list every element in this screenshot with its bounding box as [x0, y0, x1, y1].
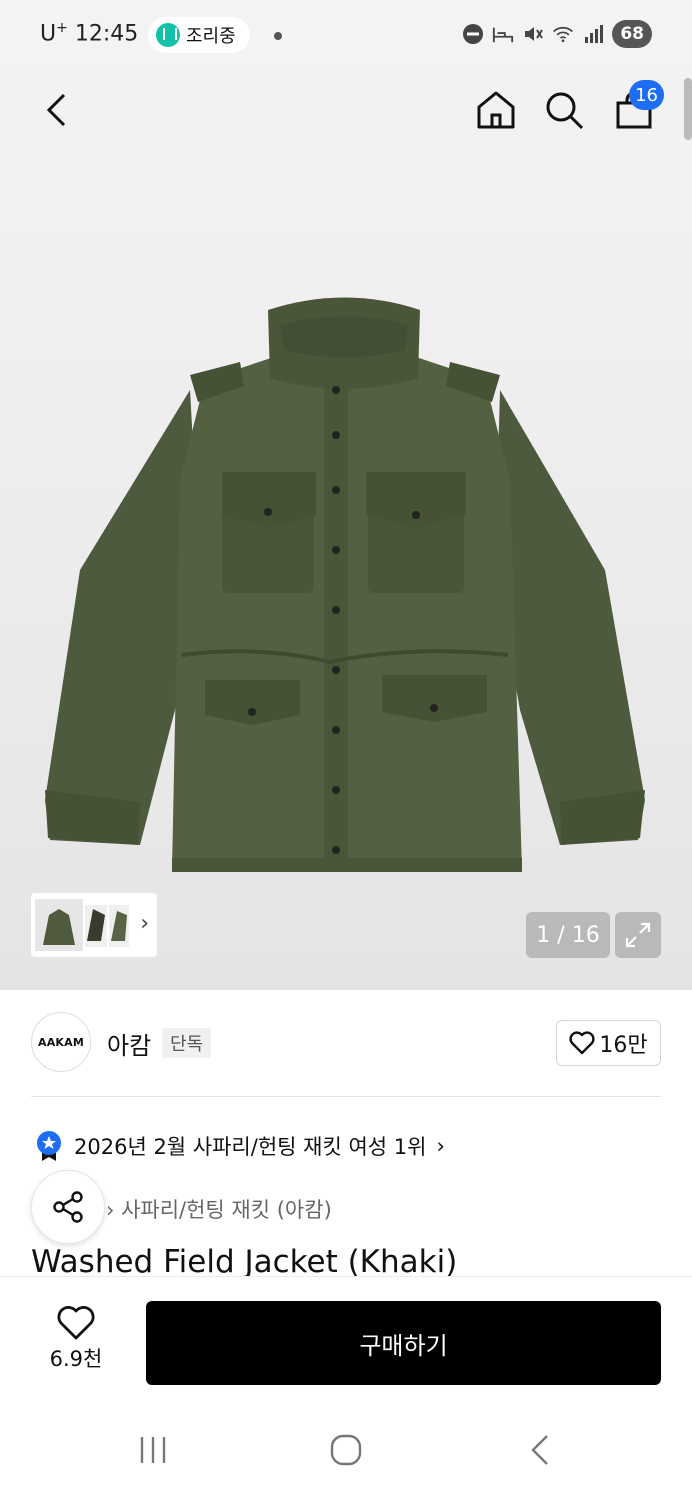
home-icon — [477, 91, 515, 129]
product-title: Washed Field Jacket (Khaki) — [31, 1244, 458, 1280]
carrier-name: U — [40, 21, 57, 47]
search-button[interactable] — [540, 86, 588, 134]
back-nav-icon — [531, 1435, 548, 1465]
buy-button[interactable]: 구매하기 — [146, 1301, 661, 1385]
brand-like-button[interactable]: 16만 — [556, 1020, 661, 1066]
back-nav-button[interactable] — [518, 1428, 562, 1472]
category-breadcrumb[interactable]: › 사파리/헌팅 재킷 (아캄) — [106, 1194, 332, 1224]
scrollbar-thumb[interactable] — [684, 78, 692, 140]
cooking-label: 조리중 — [186, 26, 236, 47]
jacket-image — [45, 297, 645, 872]
brand-like-count: 16만 — [599, 1033, 648, 1058]
brand-logo[interactable]: AAKAM — [31, 1012, 91, 1072]
recent-apps-button[interactable] — [131, 1428, 175, 1472]
thumbnail-images — [35, 899, 129, 951]
home-nav-button[interactable] — [324, 1428, 368, 1472]
clock: 12:45 — [74, 21, 139, 47]
search-icon — [546, 92, 584, 130]
home-circle-icon — [330, 1434, 362, 1466]
bottom-action-bar: 6.9천 구매하기 — [0, 1276, 692, 1400]
status-icons: 68 — [462, 20, 652, 48]
cart-button[interactable]: 16 — [610, 80, 664, 134]
expand-icon — [625, 922, 651, 948]
notification-dot — [274, 32, 282, 40]
system-nav-bar — [0, 1400, 692, 1500]
mute-icon — [522, 23, 544, 45]
top-header: 16 — [0, 70, 692, 150]
cooking-indicator[interactable]: 조리중 — [148, 17, 250, 53]
back-button[interactable] — [34, 88, 78, 132]
ranking-badge-icon — [37, 1131, 61, 1161]
thumbnail-strip[interactable]: › — [31, 893, 157, 957]
ranking-link[interactable]: 2026년 2월 사파리/헌팅 재킷 여성 1위 › — [34, 1130, 445, 1162]
cart-count-badge: 16 — [629, 80, 664, 110]
recent-apps-icon — [140, 1437, 166, 1463]
share-icon — [53, 1191, 83, 1223]
do-not-disturb-icon — [462, 23, 484, 45]
cooking-icon — [156, 23, 180, 47]
product-image-gallery[interactable]: › 1 / 16 — [0, 150, 692, 990]
chevron-right-icon: › — [140, 911, 149, 936]
signal-icon — [582, 23, 604, 45]
carrier-sup: + — [56, 20, 68, 36]
exclusive-badge: 단독 — [162, 1028, 212, 1058]
page-indicator: 1 / 16 — [526, 912, 610, 958]
wishlist-count: 6.9천 — [49, 1347, 103, 1371]
status-bar: U+ 12:45 조리중 68 — [0, 0, 692, 70]
share-button[interactable] — [31, 1170, 105, 1244]
wifi-icon — [552, 23, 574, 45]
wishlist-button[interactable]: 6.9천 — [40, 1305, 112, 1377]
sleep-mode-icon — [492, 23, 514, 45]
home-button[interactable] — [472, 86, 520, 134]
divider — [31, 1096, 661, 1097]
brand-name[interactable]: 아캄 — [107, 1026, 151, 1061]
ranking-chevron-icon: › — [436, 1134, 445, 1158]
ranking-text: 2026년 2월 사파리/헌팅 재킷 여성 1위 — [74, 1135, 427, 1159]
carrier-time: U+ 12:45 — [40, 20, 138, 46]
battery-indicator: 68 — [612, 20, 652, 48]
heart-icon — [569, 1031, 595, 1055]
chevron-left-icon — [46, 93, 66, 127]
heart-icon — [57, 1306, 95, 1340]
fullscreen-button[interactable] — [615, 912, 661, 958]
